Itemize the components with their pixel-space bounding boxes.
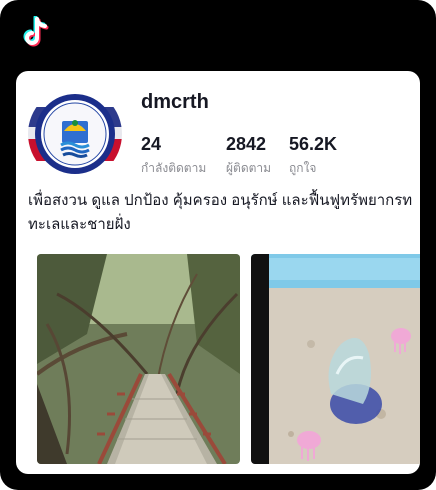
video-thumbnail-mangrove[interactable] [37, 254, 240, 464]
following-label: กำลังติดตาม [141, 161, 207, 175]
profile-card[interactable]: dmcrth 24 กำลังติดตาม 2842 ผู้ติดตาม 56.… [16, 71, 420, 474]
bio-line: ทะเลและชายฝั่ง [28, 216, 131, 233]
followers-label: ผู้ติดตาม [226, 161, 272, 175]
bio-line: เพื่อสงวน ดูแล ปกป้อง คุ้มครอง อนุรักษ์ … [28, 192, 413, 209]
tiktok-logo-icon[interactable] [20, 15, 52, 50]
profile-bio: เพื่อสงวน ดูแล ปกป้อง คุ้มครอง อนุรักษ์ … [28, 189, 420, 237]
avatar[interactable] [28, 87, 122, 181]
profile-frame: dmcrth 24 กำลังติดตาม 2842 ผู้ติดตาม 56.… [0, 0, 436, 490]
stat-followers[interactable]: 2842 ผู้ติดตาม [226, 133, 271, 176]
likes-count: 56.2K [289, 134, 338, 154]
video-thumbnail-jellyfish[interactable] [251, 254, 420, 464]
stat-likes: 56.2K ถูกใจ [289, 133, 337, 176]
username: dmcrth [141, 91, 209, 113]
likes-label: ถูกใจ [289, 161, 317, 175]
following-count: 24 [141, 134, 162, 154]
stat-following[interactable]: 24 กำลังติดตาม [141, 133, 206, 176]
followers-count: 2842 [226, 134, 267, 154]
